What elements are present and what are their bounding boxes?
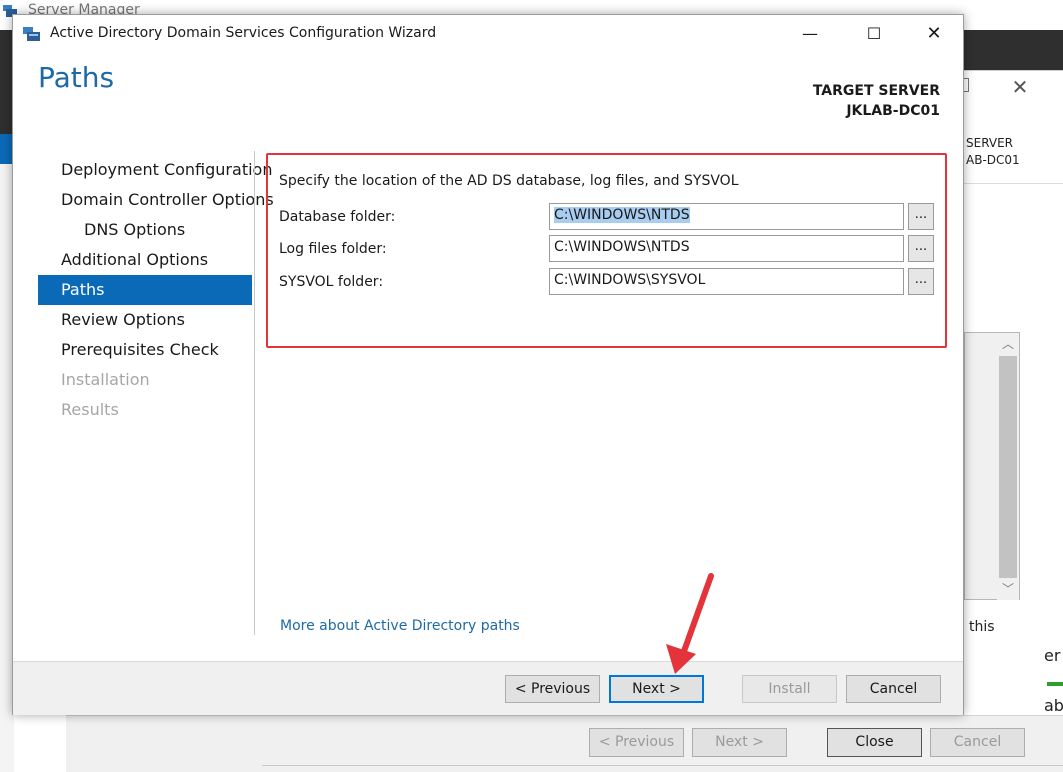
- nav-item-dns-options[interactable]: DNS Options: [38, 215, 252, 245]
- background-partial-text: er: [1044, 646, 1061, 665]
- nav-item-deployment-configuration[interactable]: Deployment Configuration: [38, 155, 272, 185]
- background-next-button[interactable]: Next >: [692, 728, 787, 757]
- database-folder-input[interactable]: C:\WINDOWS\NTDS: [549, 203, 904, 230]
- wizard-header: [13, 53, 963, 149]
- minimize-icon[interactable]: —: [787, 15, 833, 53]
- nav-item-installation: Installation: [61, 370, 150, 389]
- log-files-folder-label: Log files folder:: [279, 241, 387, 257]
- log-files-folder-browse-button[interactable]: ...: [908, 235, 934, 262]
- database-folder-value: C:\WINDOWS\NTDS: [554, 207, 690, 223]
- wizard-title-bar[interactable]: Active Directory Domain Services Configu…: [13, 15, 963, 53]
- background-close-button[interactable]: Close: [827, 728, 922, 757]
- more-about-paths-link[interactable]: More about Active Directory paths: [280, 618, 520, 634]
- nav-item-prerequisites-check[interactable]: Prerequisites Check: [38, 335, 252, 365]
- sysvol-folder-input[interactable]: C:\WINDOWS\SYSVOL: [549, 268, 904, 295]
- log-files-folder-input[interactable]: C:\WINDOWS\NTDS: [549, 235, 904, 262]
- paths-instruction: Specify the location of the AD DS databa…: [279, 173, 739, 189]
- cancel-button[interactable]: Cancel: [846, 675, 941, 703]
- background-header-separator: [964, 183, 1063, 184]
- sysvol-folder-value: C:\WINDOWS\SYSVOL: [554, 272, 706, 288]
- nav-item-additional-options[interactable]: Additional Options: [38, 245, 252, 275]
- nav-divider: [254, 151, 255, 635]
- nav-item-review-options[interactable]: Review Options: [38, 305, 252, 335]
- target-server-label: TARGET SERVER: [812, 83, 940, 99]
- background-target-server-name: AB-DC01: [966, 153, 1020, 167]
- background-status-bar: [1047, 682, 1063, 686]
- maximize-icon[interactable]: ☐: [851, 15, 897, 53]
- ad-ds-wizard-window: Active Directory Domain Services Configu…: [12, 14, 964, 715]
- background-partial-text: this: [969, 619, 995, 635]
- background-cancel-button[interactable]: Cancel: [930, 728, 1025, 757]
- wizard-title: Active Directory Domain Services Configu…: [50, 25, 437, 41]
- previous-button[interactable]: < Previous: [505, 675, 600, 703]
- background-previous-button[interactable]: < Previous: [589, 728, 684, 757]
- background-target-server-label: SERVER: [966, 136, 1014, 150]
- target-server-name: JKLAB-DC01: [846, 103, 940, 119]
- scroll-down-icon[interactable]: ﹀: [997, 578, 1019, 600]
- background-partial-text: ab: [1044, 696, 1063, 715]
- log-files-folder-value: C:\WINDOWS\NTDS: [554, 239, 690, 255]
- database-folder-label: Database folder:: [279, 209, 396, 225]
- page-title: Paths: [38, 61, 115, 94]
- background-close-icon[interactable]: ✕: [1008, 74, 1032, 100]
- ad-ds-icon: [23, 27, 40, 41]
- sysvol-folder-browse-button[interactable]: ...: [908, 268, 934, 295]
- install-button: Install: [742, 675, 837, 703]
- scroll-up-icon[interactable]: ︿: [997, 333, 1019, 355]
- nav-item-paths[interactable]: Paths: [38, 275, 252, 305]
- nav-item-domain-controller-options[interactable]: Domain Controller Options: [38, 185, 274, 215]
- nav-item-results: Results: [61, 400, 119, 419]
- sysvol-folder-label: SYSVOL folder:: [279, 274, 384, 290]
- database-folder-browse-button[interactable]: ...: [908, 203, 934, 230]
- background-grid-edge: [262, 765, 1063, 772]
- close-icon[interactable]: ✕: [911, 15, 957, 53]
- background-scrollbar-thumb[interactable]: [999, 356, 1017, 578]
- red-arrow-annotation: [666, 573, 714, 674]
